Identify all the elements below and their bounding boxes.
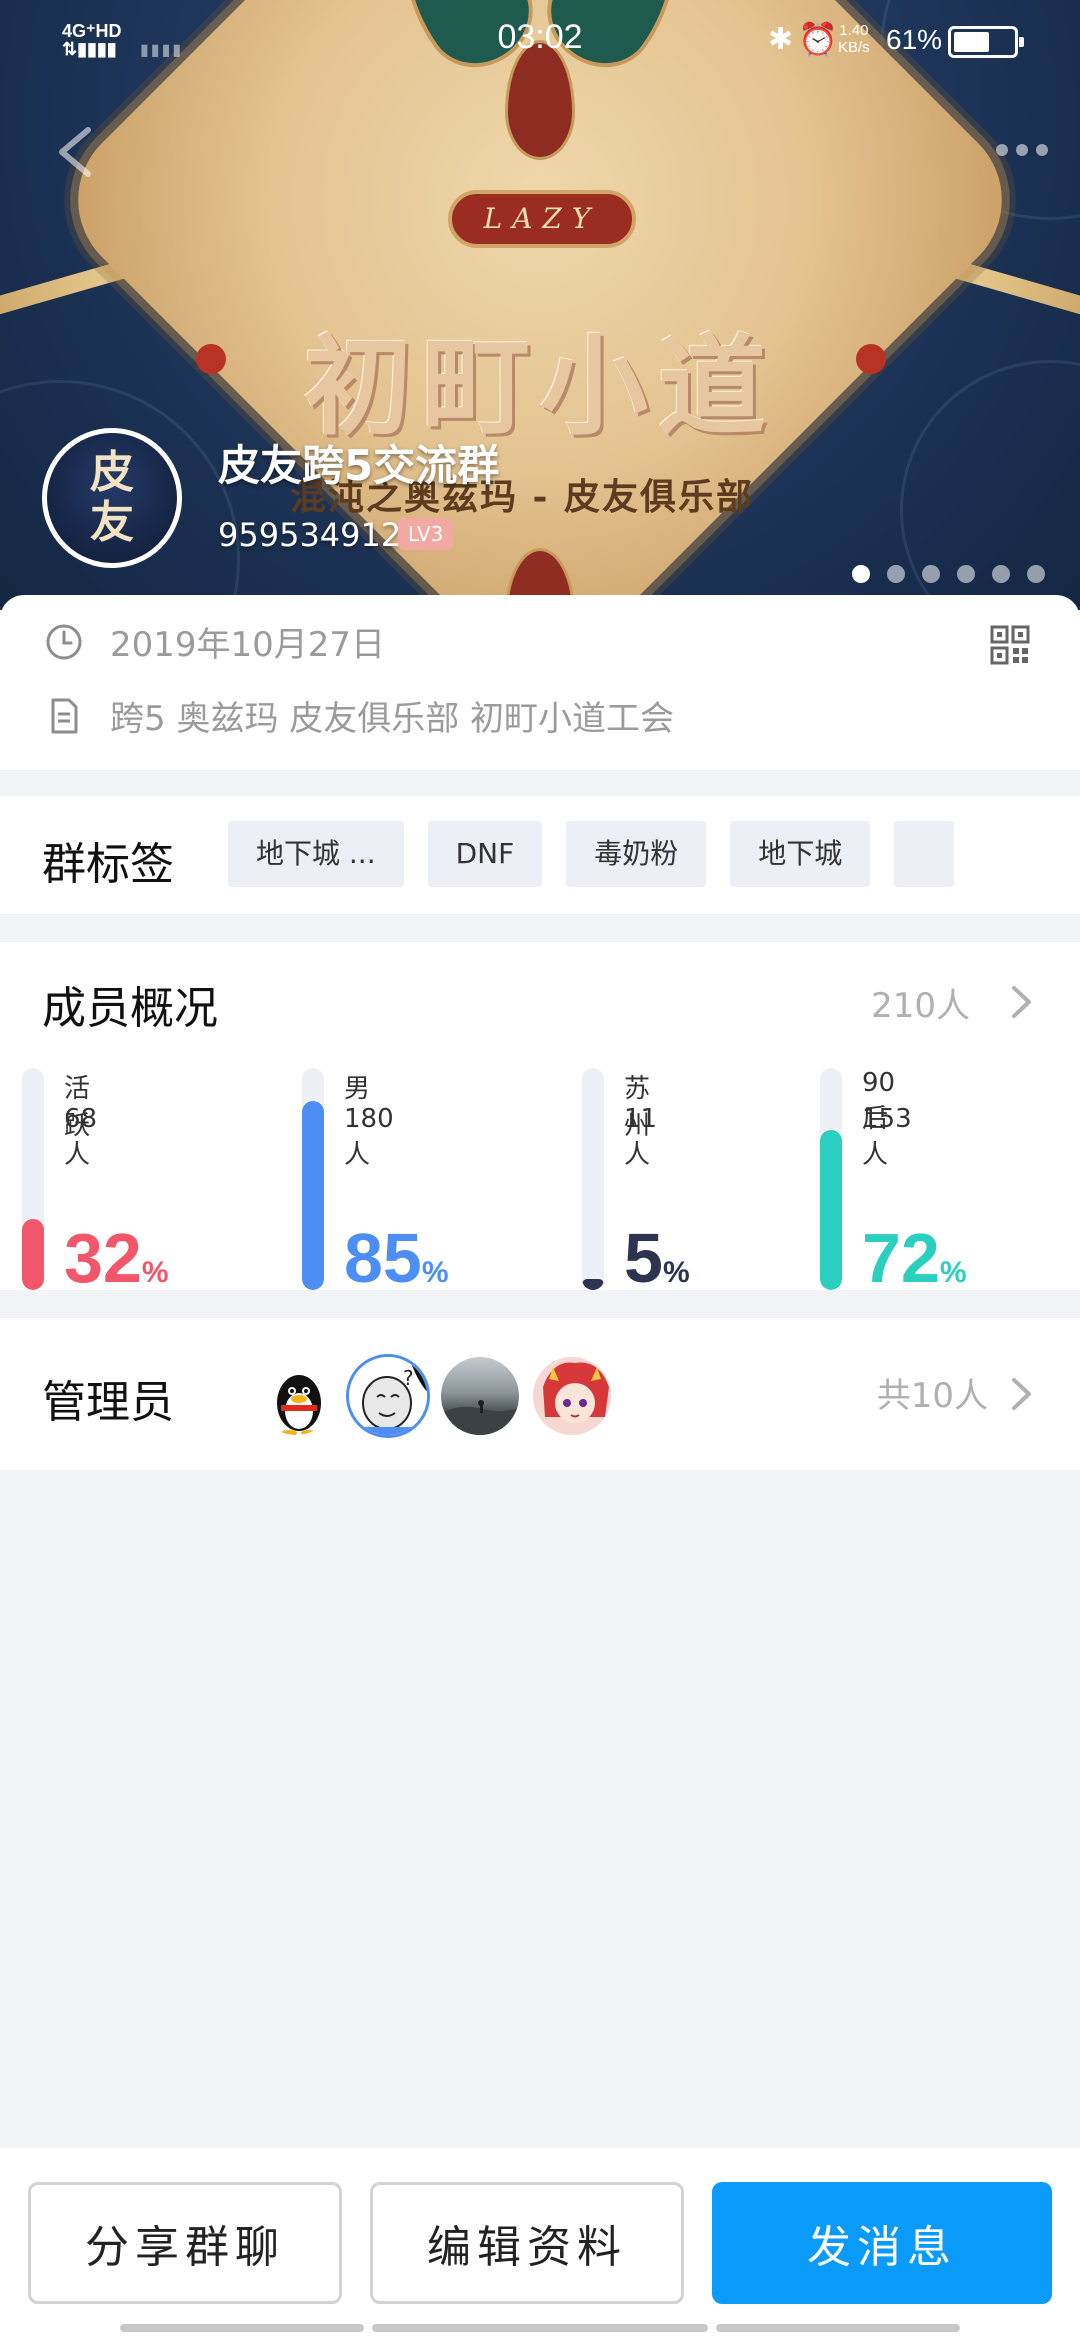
share-group-button[interactable]: 分享群聊 (28, 2182, 342, 2304)
stat-bar-fill (582, 1278, 604, 1290)
svg-text:?: ? (403, 1366, 414, 1390)
back-button[interactable] (52, 124, 98, 180)
banner-pager (852, 565, 1045, 583)
battery-percent: 61% (886, 24, 943, 55)
stat-bar-fill (820, 1130, 842, 1290)
stat-bar-track (820, 1068, 842, 1290)
battery-fill (954, 32, 990, 52)
chevron-left-icon (59, 127, 91, 177)
chevron-right-icon (1012, 1378, 1031, 1410)
stat-bar-track (22, 1068, 44, 1290)
pager-dot[interactable] (992, 565, 1010, 583)
avatar-text: 皮 (90, 447, 134, 498)
more-dot-icon (1016, 144, 1028, 156)
bluetooth-icon: ✱ (768, 23, 794, 56)
battery-icon (948, 26, 1024, 58)
stat-count: 153人 (862, 1104, 912, 1170)
stat-bar-track (582, 1068, 604, 1290)
level-badge: LV3 (398, 518, 454, 550)
group-tags-card: 群标签 地下城 ... DNF 毒奶粉 地下城 (0, 796, 1080, 914)
admins-card[interactable]: 管理员 ? 共10人 (0, 1318, 1080, 1470)
gesture-bar (716, 2324, 960, 2332)
send-message-button[interactable]: 发消息 (712, 2182, 1052, 2304)
stat-count: 11人 (624, 1104, 658, 1170)
members-total: 210人 (871, 986, 970, 1026)
stat-count: 180人 (344, 1104, 394, 1170)
group-name: 皮友跨5交流群 (218, 441, 500, 490)
landscape-avatar[interactable] (438, 1354, 522, 1438)
pager-dot[interactable] (887, 565, 905, 583)
group-tag[interactable]: DNF (427, 821, 543, 887)
landscape-icon (441, 1400, 519, 1435)
penguin-icon (277, 1375, 321, 1435)
stat-percent: 32% (64, 1219, 169, 1297)
stat-percent: 72% (862, 1219, 967, 1297)
meme-face-avatar[interactable]: ? (346, 1354, 430, 1438)
alarm-icon: ⏰ (798, 21, 838, 57)
description-row: 跨5 奥兹玛 皮友俱乐部 初町小道工会 (44, 691, 674, 740)
banner-title: 初町小道 (303, 324, 776, 450)
tags-section-title: 群标签 (42, 839, 174, 890)
member-stats: 活跃 68人 32% 男 180人 85% 苏州 11人 5% 90后 153人 72% (0, 1068, 1080, 1297)
stat-label: 男 (344, 1074, 371, 1104)
qr-code-icon[interactable] (990, 625, 1030, 665)
more-dot-icon (1036, 144, 1048, 156)
anime-girl-icon (543, 1362, 609, 1423)
group-tag[interactable]: 地下城 ... (228, 821, 404, 887)
group-description: 跨5 奥兹玛 皮友俱乐部 初町小道工会 (110, 699, 675, 739)
clock-icon (46, 624, 82, 659)
stat-bar-track (302, 1068, 324, 1290)
more-options-button[interactable] (996, 140, 1048, 160)
members-section-title: 成员概况 (42, 983, 218, 1034)
group-tag[interactable] (894, 821, 955, 887)
edit-profile-button[interactable]: 编辑资料 (370, 2182, 684, 2304)
more-dot-icon (996, 144, 1008, 156)
admin-avatar-list: ? (254, 1354, 614, 1438)
members-overview-card[interactable]: 成员概况 210人 活跃 68人 32% 男 180人 85% 苏州 11人 5% 90后 153人… (0, 942, 1080, 1297)
stat-bar-fill (22, 1218, 44, 1290)
banner-badge: LAZY (448, 190, 636, 248)
group-id: 959534912 (218, 516, 402, 554)
anime-girl-avatar[interactable] (530, 1354, 614, 1438)
created-date-row: 2019年10月27日 (44, 617, 385, 666)
pager-dot[interactable] (852, 565, 870, 583)
document-icon (51, 698, 78, 733)
network-speed: 1.40 KB/s (838, 22, 870, 56)
pager-dot[interactable] (922, 565, 940, 583)
stat-bar-fill (302, 1101, 324, 1290)
group-avatar[interactable]: 皮 友 (42, 428, 182, 568)
pager-dot[interactable] (1027, 565, 1045, 583)
stat-percent: 5% (624, 1219, 690, 1297)
status-bar: 4G⁺HD ⇅▮▮▮▮ ▮▮▮▮ 03:02 ✱ ⏰ 1.40 KB/s 61% (0, 0, 1080, 80)
tag-list: 地下城 ... DNF 毒奶粉 地下城 (228, 821, 955, 887)
group-tag[interactable]: 毒奶粉 (566, 821, 707, 887)
gesture-bar (120, 2324, 364, 2332)
penguin-avatar[interactable] (254, 1354, 338, 1438)
stat-count: 68人 (64, 1104, 98, 1170)
avatar-text: 友 (90, 497, 134, 548)
pager-dot[interactable] (957, 565, 975, 583)
admins-section-title: 管理员 (42, 1377, 174, 1428)
group-info-card: 2019年10月27日 跨5 奥兹玛 皮友俱乐部 初町小道工会 (0, 595, 1080, 770)
bottom-action-bar: 分享群聊 编辑资料 发消息 (0, 2148, 1080, 2340)
stat-percent: 85% (344, 1219, 449, 1297)
group-tag[interactable]: 地下城 (730, 821, 871, 887)
gesture-bar (372, 2324, 708, 2332)
meme-face-icon: ? (349, 1357, 427, 1435)
chevron-right-icon (1012, 986, 1031, 1018)
admins-total: 共10人 (876, 1376, 988, 1416)
created-date: 2019年10月27日 (110, 625, 386, 665)
